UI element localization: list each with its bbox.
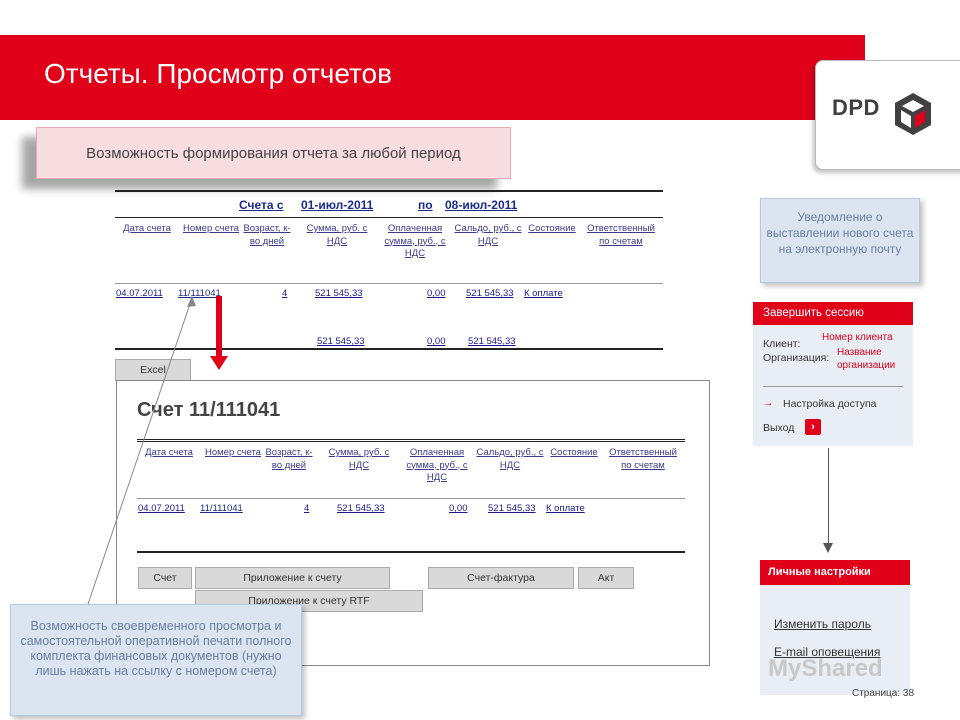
exit-arrow-icon[interactable]: ›	[805, 419, 821, 435]
change-password-link[interactable]: Изменить пароль	[774, 617, 871, 631]
watermark: MyShared	[768, 655, 883, 682]
end-session-header[interactable]: Завершить сессию	[753, 302, 913, 325]
session-panel: Завершить сессию Клиент: Номер клиента О…	[753, 302, 913, 446]
connector-line	[828, 448, 829, 544]
org-value: Название организации	[837, 347, 896, 371]
client-label: Клиент:	[763, 338, 801, 350]
email-notification-callout: Уведомление о выставлении нового счета н…	[760, 198, 920, 283]
access-settings-link[interactable]: Настройка доступа	[783, 398, 877, 410]
personal-settings-header: Личные настройки	[760, 560, 910, 585]
page-number: Страница: 38	[852, 688, 915, 699]
arrow-right-icon: →	[763, 397, 774, 409]
connector-arrow-head	[823, 543, 833, 553]
client-value: Номер клиента	[822, 332, 893, 343]
org-label: Организация:	[763, 352, 830, 364]
print-callout: Возможность своевременного просмотра и с…	[10, 604, 302, 716]
divider	[763, 386, 903, 387]
exit-label[interactable]: Выход	[763, 422, 794, 434]
